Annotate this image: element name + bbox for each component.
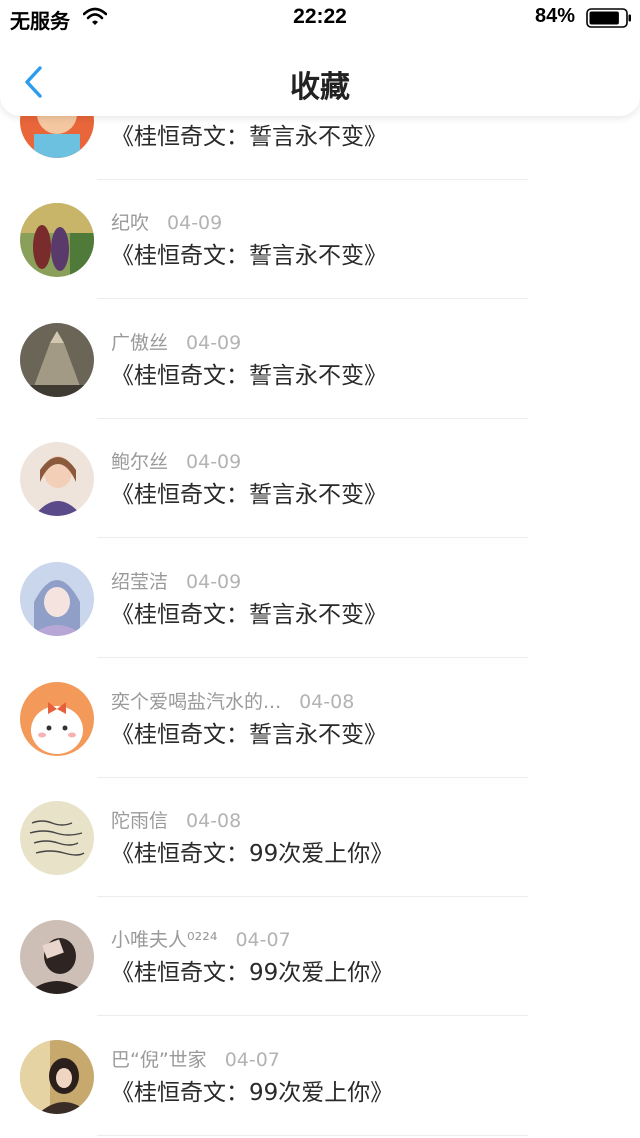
book-title: 《桂恒奇文：99次爱上你》 [111,960,394,986]
item-date: 04-07 [235,929,291,951]
avatar [20,203,94,277]
screen: 《桂恒奇文：誓言永不变》 纪吹 04-09 《桂恒奇文：誓言永不变》 广傲丝 0… [0,0,640,1138]
user-name[interactable]: 绍莹洁 [111,571,168,593]
book-title: 《桂恒奇文：誓言永不变》 [111,124,387,150]
book-title: 《桂恒奇文：誓言永不变》 [111,722,387,748]
page-title: 收藏 [290,70,350,105]
item-meta: 绍莹洁 04-09 [111,567,241,594]
battery-percent: 84% [535,5,576,27]
divider [97,1015,528,1016]
nav-bar: 收藏 [0,36,640,116]
list-item[interactable]: 陀雨信 04-08 《桂恒奇文：99次爱上你》 [0,778,640,897]
item-date: 04-07 [224,1049,280,1071]
book-title: 《桂恒奇文：誓言永不变》 [111,243,387,269]
divider [97,298,528,299]
divider [97,657,528,658]
list-item[interactable]: 纪吹 04-09 《桂恒奇文：誓言永不变》 [0,180,640,299]
list-item[interactable]: 绍莹洁 04-09 《桂恒奇文：誓言永不变》 [0,539,640,658]
item-date: 04-09 [186,571,242,593]
item-date: 04-09 [186,332,242,354]
avatar [20,920,94,994]
avatar [20,1040,94,1114]
item-date: 04-09 [186,451,242,473]
book-title: 《桂恒奇文：誓言永不变》 [111,602,387,628]
list-item[interactable]: 鲍尔丝 04-09 《桂恒奇文：誓言永不变》 [0,419,640,538]
item-date: 04-08 [186,810,242,832]
list-item[interactable]: 奕个爱喝盐汽水的... 04-08 《桂恒奇文：誓言永不变》 [0,659,640,778]
battery-icon [586,8,631,28]
divider [97,537,528,538]
item-meta: 陀雨信 04-08 [111,806,241,833]
list-item[interactable]: 广傲丝 04-09 《桂恒奇文：誓言永不变》 [0,300,640,419]
book-title: 《桂恒奇文：誓言永不变》 [111,482,387,508]
avatar [20,801,94,875]
list-item[interactable]: 小唯夫人⁰²²⁴ 04-07 《桂恒奇文：99次爱上你》 [0,897,640,1016]
item-meta: 鲍尔丝 04-09 [111,447,241,474]
user-name[interactable]: 奕个爱喝盐汽水的... [111,691,281,713]
user-name[interactable]: 陀雨信 [111,810,168,832]
item-meta: 巴“倪”世家 04-07 [111,1045,280,1072]
avatar [20,682,94,756]
item-date: 04-09 [167,212,223,234]
user-name[interactable]: 小唯夫人⁰²²⁴ [111,929,217,951]
user-name[interactable]: 纪吹 [111,212,149,234]
avatar [20,442,94,516]
avatar [20,323,94,397]
book-title: 《桂恒奇文：99次爱上你》 [111,1080,394,1106]
item-meta: 奕个爱喝盐汽水的... 04-08 [111,687,354,714]
book-title: 《桂恒奇文：誓言永不变》 [111,363,387,389]
item-meta: 广傲丝 04-09 [111,328,241,355]
divider [97,1135,528,1136]
user-name[interactable]: 鲍尔丝 [111,451,168,473]
item-meta: 纪吹 04-09 [111,208,222,235]
user-name[interactable]: 巴“倪”世家 [111,1049,207,1071]
book-title: 《桂恒奇文：99次爱上你》 [111,841,394,867]
status-bar: 无服务 22:22 84% [0,0,640,36]
avatar [20,562,94,636]
list-item[interactable]: 巴“倪”世家 04-07 《桂恒奇文：99次爱上你》 [0,1017,640,1136]
item-date: 04-08 [299,691,355,713]
user-name[interactable]: 广傲丝 [111,332,168,354]
item-meta: 小唯夫人⁰²²⁴ 04-07 [111,925,291,952]
